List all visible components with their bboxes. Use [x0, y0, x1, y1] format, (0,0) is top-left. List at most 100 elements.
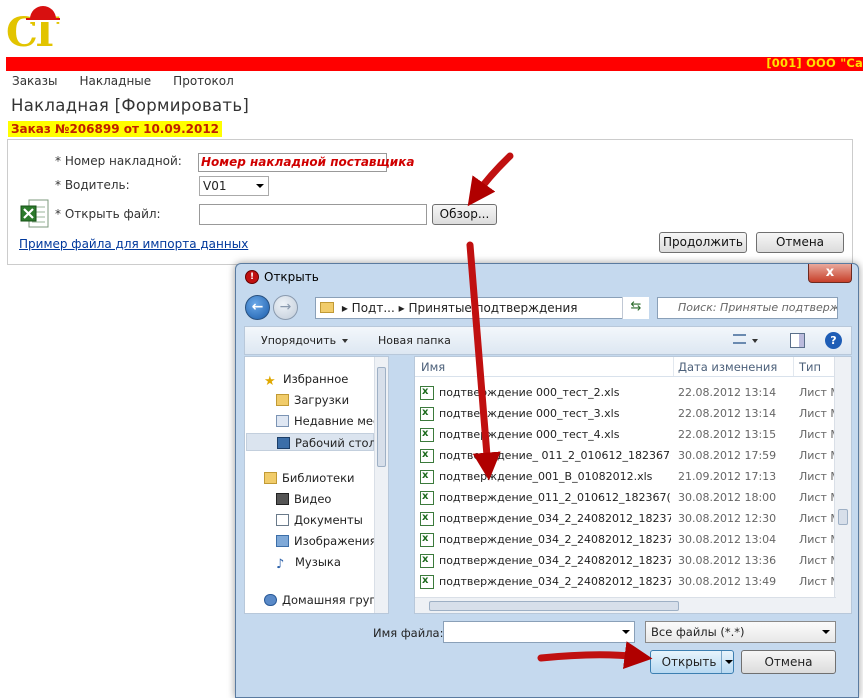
cancel-button[interactable]: Отмена — [756, 232, 844, 253]
file-date: 22.08.2012 13:14 — [678, 386, 777, 399]
dialog-search-input[interactable]: Поиск: Принятые подтвержд... — [657, 297, 838, 319]
excel-file-icon — [420, 549, 434, 570]
sample-file-link[interactable]: Пример файла для импорта данных — [19, 237, 248, 251]
file-name: подтверждение_011_2_010612_182367(1)... — [439, 491, 671, 504]
excel-file-icon — [420, 486, 434, 507]
video-icon — [276, 493, 289, 505]
nav-documents[interactable]: Документы — [276, 511, 363, 529]
desktop-icon — [277, 437, 290, 449]
address-row: ← → ▸ Подт... ▸ Принятые подтверждения ⇆… — [244, 294, 852, 320]
file-row[interactable]: подтверждение_034_2_24082012_182371... 30… — [415, 570, 840, 592]
filename-label: Имя файла: — [373, 626, 444, 640]
invoice-form: * Номер накладной: Номер накладной поста… — [7, 139, 853, 265]
file-row[interactable]: подтверждение_034_2_24082012_182371... 30… — [415, 507, 840, 529]
dialog-close-button[interactable]: x — [808, 264, 852, 283]
file-row[interactable]: подтверждение_001_В_01082012.xls 21.09.20… — [415, 465, 840, 487]
file-path-input[interactable] — [199, 204, 427, 225]
pictures-icon — [276, 535, 289, 547]
nav-protocol[interactable]: Протокол — [173, 74, 234, 90]
file-name: подтверждение 000_тест_2.xls — [439, 386, 620, 399]
nav-video[interactable]: Видео — [276, 490, 331, 508]
view-list-icon — [733, 334, 746, 344]
file-name: подтверждение 000_тест_3.xls — [439, 407, 620, 420]
file-row[interactable]: подтверждение_034_2_24082012_182371... 30… — [415, 549, 840, 571]
driver-select[interactable]: V01 — [199, 176, 269, 196]
file-row[interactable]: подтверждение 000_тест_4.xls 22.08.2012 1… — [415, 423, 840, 445]
chevron-right-icon: ▸ — [398, 301, 409, 315]
downloads-folder-icon — [276, 394, 289, 406]
music-note-icon: ♪ — [276, 557, 285, 572]
view-options-button[interactable] — [733, 334, 767, 347]
scrollbar-thumb[interactable] — [429, 601, 679, 611]
star-icon: ★ — [264, 374, 276, 389]
continue-button[interactable]: Продолжить — [659, 232, 747, 253]
homegroup-icon — [264, 594, 277, 606]
invoice-number-input[interactable]: Номер накладной поставщика — [198, 153, 414, 172]
refresh-icon[interactable]: ⇆ — [622, 297, 649, 319]
file-name: подтверждение_001_В_01082012.xls — [439, 470, 653, 483]
file-row[interactable]: подтверждение_ 011_2_010612_182367(1... 3… — [415, 444, 840, 466]
file-date: 30.08.2012 13:36 — [678, 554, 777, 567]
nav-desktop-label: Рабочий стол — [295, 436, 376, 450]
file-name: подтверждение_ 011_2_010612_182367(1... — [439, 449, 671, 462]
file-date: 30.08.2012 17:59 — [678, 449, 777, 462]
filename-input[interactable] — [443, 621, 635, 643]
organize-button[interactable]: Упорядочить — [261, 334, 349, 347]
nav-invoices[interactable]: Накладные — [80, 74, 152, 90]
nav-recent[interactable]: Недавние места — [276, 412, 388, 430]
chevron-down-icon[interactable] — [622, 630, 630, 634]
file-name: подтверждение_034_2_24082012_182371... — [439, 575, 671, 588]
forward-arrow-icon[interactable]: → — [273, 295, 298, 320]
open-button[interactable]: Открыть — [650, 650, 734, 674]
open-button-label: Открыть — [661, 655, 717, 669]
excel-file-icon — [20, 199, 49, 228]
file-row[interactable]: подтверждение_011_2_010612_182367(1)... 3… — [415, 486, 840, 508]
file-date: 21.09.2012 17:13 — [678, 470, 777, 483]
excel-file-icon — [420, 507, 434, 528]
libraries-icon — [264, 472, 277, 484]
file-row-partial — [415, 372, 835, 380]
navigation-pane: ★ Избранное Загрузки Недавние места Рабоч… — [244, 356, 389, 614]
file-list-horizontal-scrollbar[interactable] — [415, 597, 836, 613]
dialog-cancel-button[interactable]: Отмена — [741, 650, 836, 674]
breadcrumb-current[interactable]: Принятые подтверждения — [408, 301, 577, 315]
organize-label: Упорядочить — [261, 334, 337, 347]
back-arrow-icon[interactable]: ← — [245, 295, 270, 320]
new-folder-button[interactable]: Новая папка — [378, 334, 451, 347]
navigation-scrollbar[interactable] — [374, 357, 388, 613]
file-type-filter[interactable]: Все файлы (*.*) — [645, 621, 836, 643]
open-options-dropdown[interactable] — [721, 651, 734, 673]
nav-homegroup[interactable]: Домашняя группа — [264, 591, 389, 609]
file-date: 30.08.2012 13:04 — [678, 533, 777, 546]
chevron-down-icon — [822, 630, 830, 634]
recent-places-icon — [276, 415, 289, 427]
file-name: подтверждение_034_2_24082012_182371... — [439, 512, 671, 525]
file-row[interactable]: подтверждение_034_2_24082012_182371... 30… — [415, 528, 840, 550]
breadcrumb-parent[interactable]: Подт... — [352, 301, 395, 315]
nav-orders[interactable]: Заказы — [12, 74, 58, 90]
scrollbar-thumb[interactable] — [377, 367, 386, 467]
nav-homegroup-label: Домашняя группа — [282, 593, 389, 607]
nav-downloads-label: Загрузки — [294, 393, 350, 407]
nav-downloads[interactable]: Загрузки — [276, 391, 349, 409]
invoice-number-label: * Номер накладной: — [55, 154, 182, 168]
excel-file-icon — [420, 465, 434, 486]
nav-pictures[interactable]: Изображения — [276, 532, 377, 550]
excel-file-icon — [420, 444, 434, 465]
dialog-title: Открыть — [264, 270, 319, 284]
file-row[interactable]: подтверждение 000_тест_3.xls 22.08.2012 1… — [415, 402, 840, 424]
nav-favorites[interactable]: ★ Избранное — [264, 370, 348, 389]
folder-icon — [320, 302, 334, 313]
address-bar[interactable]: ▸ Подт... ▸ Принятые подтверждения — [315, 297, 649, 319]
file-list-vertical-scrollbar[interactable] — [834, 357, 851, 613]
file-row[interactable]: подтверждение 000_тест_2.xls 22.08.2012 1… — [415, 381, 840, 403]
nav-music[interactable]: ♪ Музыка — [276, 553, 341, 572]
scrollbar-thumb[interactable] — [838, 509, 848, 525]
file-date: 22.08.2012 13:15 — [678, 428, 777, 441]
help-icon[interactable]: ? — [825, 332, 842, 349]
nav-desktop[interactable]: Рабочий стол — [246, 433, 376, 451]
page-title: Накладная [Формировать] — [11, 96, 250, 115]
nav-libraries[interactable]: Библиотеки — [264, 469, 355, 487]
browse-button[interactable]: Обзор... — [432, 204, 497, 225]
preview-pane-icon[interactable] — [790, 333, 805, 348]
